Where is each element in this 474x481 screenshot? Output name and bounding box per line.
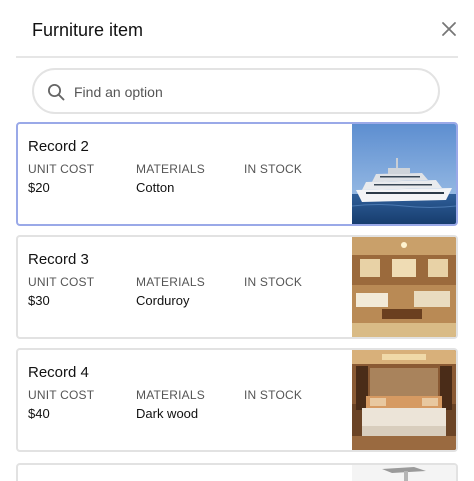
unit-cost-value: $40 [28,406,50,421]
unit-cost-label: UNIT COST [28,162,95,176]
search-icon [48,84,65,101]
search-box[interactable] [32,68,440,114]
record-name: Record 2 [28,138,89,155]
materials-value: Cotton [136,180,175,195]
materials-value: Corduroy [136,293,190,308]
record-name: Record 3 [28,251,89,268]
yacht-bedroom-photo [352,350,456,450]
unit-cost-value: $30 [28,293,50,308]
in-stock-label: IN STOCK [244,162,303,176]
close-icon[interactable] [440,20,458,38]
unit-cost-value: $20 [28,180,50,195]
record-list[interactable]: Record 2 UNIT COST MATERIALS IN STOCK $2… [16,122,458,481]
dialog-header: Furniture item [16,0,458,58]
yacht-salon-photo [352,237,456,337]
record-card-2[interactable]: Record 2 UNIT COST MATERIALS IN STOCK $2… [16,122,458,226]
yacht-exterior-photo [352,124,456,224]
record-name: Record 4 [28,364,89,381]
record-card-4[interactable]: Record 4 UNIT COST MATERIALS IN STOCK $4… [16,348,458,452]
materials-value: Dark wood [136,406,199,421]
unit-cost-label: UNIT COST [28,275,95,289]
search-input[interactable] [74,80,414,104]
record-card-partial[interactable] [16,463,458,481]
materials-label: MATERIALS [136,388,205,402]
unit-cost-label: UNIT COST [28,388,95,402]
dialog-title: Furniture item [32,20,144,40]
record-photo [352,465,456,481]
materials-label: MATERIALS [136,162,205,176]
materials-label: MATERIALS [136,275,205,289]
in-stock-label: IN STOCK [244,275,303,289]
record-card-3[interactable]: Record 3 UNIT COST MATERIALS IN STOCK $3… [16,235,458,339]
in-stock-label: IN STOCK [244,388,303,402]
